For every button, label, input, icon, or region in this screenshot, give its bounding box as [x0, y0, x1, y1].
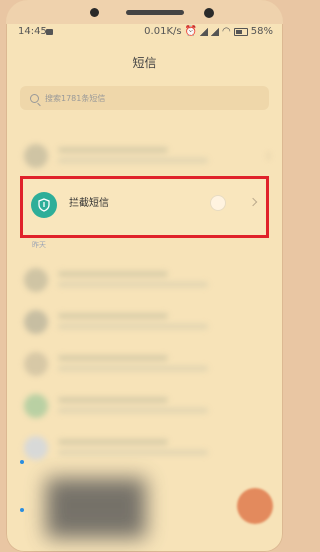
network-speed: 0.01K/s — [144, 26, 182, 37]
unread-dot — [20, 508, 24, 512]
status-bar: 14:45 0.01K/s ⏰ ◠ 58% — [6, 24, 283, 42]
front-sensor — [90, 8, 99, 17]
phone-frame: 14:45 0.01K/s ⏰ ◠ 58% 短信 搜索1781条短信 拦截短信 — [6, 0, 283, 552]
list-item[interactable] — [20, 142, 273, 170]
compose-button[interactable] — [237, 488, 273, 524]
list-item[interactable] — [20, 350, 273, 378]
list-item[interactable] — [20, 266, 273, 294]
chevron-right-icon — [263, 152, 269, 160]
wifi-icon: ◠ — [222, 26, 231, 37]
battery-icon — [233, 27, 248, 36]
list-item[interactable] — [20, 392, 273, 420]
unread-dot — [20, 460, 24, 464]
video-record-icon — [46, 29, 53, 35]
blocked-messages-item[interactable]: 拦截短信 — [20, 176, 269, 238]
page-title: 短信 — [132, 56, 157, 70]
status-dot — [210, 195, 226, 211]
phone-bezel — [6, 0, 283, 24]
search-placeholder: 搜索1781条短信 — [45, 93, 106, 103]
blocked-messages-label: 拦截短信 — [69, 198, 109, 209]
bottom-shadow — [46, 478, 146, 538]
list-item[interactable] — [20, 308, 273, 336]
battery-percent: 58% — [250, 26, 273, 37]
signal-icon-2 — [211, 27, 220, 36]
search-input[interactable]: 搜索1781条短信 — [20, 86, 269, 110]
shield-icon — [31, 192, 57, 218]
list-item[interactable] — [20, 434, 273, 462]
section-header-yesterday: 昨天 — [32, 241, 46, 249]
chevron-right-icon — [248, 197, 258, 207]
signal-icon — [200, 27, 209, 36]
front-camera — [204, 8, 214, 18]
avatar — [24, 144, 48, 168]
alarm-icon: ⏰ — [184, 26, 198, 37]
status-time: 14:45 — [18, 26, 47, 37]
status-right: 0.01K/s ⏰ ◠ 58% — [144, 26, 273, 37]
search-icon — [30, 93, 39, 103]
earpiece-speaker — [126, 10, 184, 15]
